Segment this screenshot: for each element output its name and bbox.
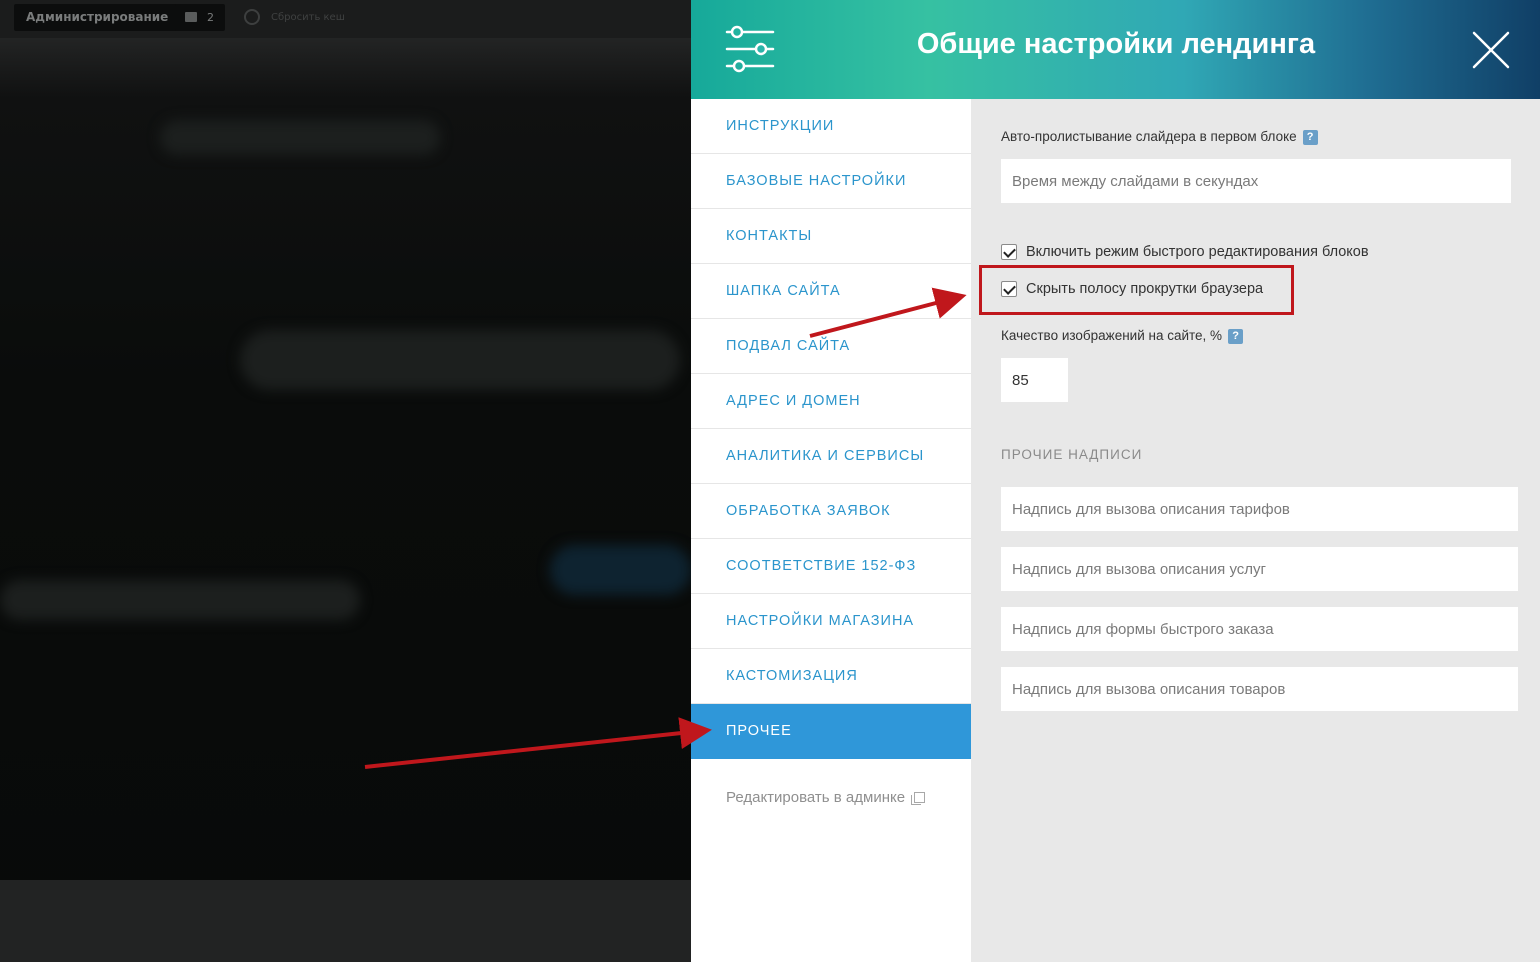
background-header-strip bbox=[0, 38, 691, 98]
comment-icon bbox=[185, 12, 197, 22]
image-quality-input[interactable] bbox=[1001, 358, 1068, 402]
services-label-input[interactable] bbox=[1001, 547, 1518, 591]
background-blur-shape bbox=[550, 545, 691, 595]
clear-cache-link[interactable]: Сбросить кеш bbox=[271, 12, 345, 23]
admin-toolbar: Администрирование 2 Сбросить кеш bbox=[0, 0, 691, 38]
panel-header: Общие настройки лендинга bbox=[691, 0, 1540, 99]
sliders-icon bbox=[725, 25, 775, 73]
sidebar-item-site-header[interactable]: ШАПКА САЙТА bbox=[691, 264, 971, 319]
settings-sidebar: ИНСТРУКЦИИ БАЗОВЫЕ НАСТРОЙКИ КОНТАКТЫ ША… bbox=[691, 99, 971, 962]
settings-content: Авто-пролистывание слайдера в первом бло… bbox=[971, 99, 1540, 962]
edit-in-admin-label: Редактировать в админке bbox=[726, 789, 906, 806]
help-icon[interactable]: ? bbox=[1228, 329, 1244, 344]
sidebar-item-other[interactable]: ПРОЧЕЕ bbox=[691, 704, 971, 759]
sidebar-item-shop-settings[interactable]: НАСТРОЙКИ МАГАЗИНА bbox=[691, 594, 971, 649]
sidebar-item-address-domain[interactable]: АДРЕС И ДОМЕН bbox=[691, 374, 971, 429]
settings-panel: Общие настройки лендинга ИНСТРУКЦИИ БАЗО… bbox=[691, 0, 1540, 962]
background-blur-shape bbox=[160, 120, 440, 155]
close-icon[interactable] bbox=[1471, 30, 1511, 70]
hide-scrollbar-checkbox[interactable] bbox=[1001, 281, 1017, 297]
other-labels-section-title: ПРОЧИЕ НАДПИСИ bbox=[1001, 447, 1143, 462]
sidebar-item-instructions[interactable]: ИНСТРУКЦИИ bbox=[691, 99, 971, 154]
slider-autoplay-label-text: Авто-пролистывание слайдера в первом бло… bbox=[1001, 129, 1297, 144]
background-blur-shape bbox=[0, 580, 360, 620]
quick-edit-checkbox-row[interactable]: Включить режим быстрого редактирования б… bbox=[1001, 242, 1369, 262]
quick-edit-checkbox[interactable] bbox=[1001, 244, 1017, 260]
background-blur-shape bbox=[240, 330, 680, 390]
sidebar-item-site-footer[interactable]: ПОДВАЛ САЙТА bbox=[691, 319, 971, 374]
slider-autoplay-label: Авто-пролистывание слайдера в первом бло… bbox=[1001, 129, 1318, 145]
products-label-input[interactable] bbox=[1001, 667, 1518, 711]
sidebar-item-customization[interactable]: КАСТОМИЗАЦИЯ bbox=[691, 649, 971, 704]
quick-edit-checkbox-label: Включить режим быстрого редактирования б… bbox=[1026, 244, 1369, 260]
external-link-icon bbox=[911, 792, 926, 806]
panel-title: Общие настройки лендинга bbox=[916, 28, 1316, 60]
image-quality-label: Качество изображений на сайте, %? bbox=[1001, 328, 1244, 344]
admin-button[interactable]: Администрирование bbox=[14, 4, 181, 31]
background-footer-strip bbox=[0, 880, 691, 962]
quick-order-label-input[interactable] bbox=[1001, 607, 1518, 651]
comments-count: 2 bbox=[207, 11, 214, 24]
refresh-icon[interactable] bbox=[244, 9, 260, 25]
hide-scrollbar-checkbox-label: Скрыть полосу прокрутки браузера bbox=[1026, 281, 1264, 297]
sidebar-item-analytics[interactable]: АНАЛИТИКА И СЕРВИСЫ bbox=[691, 429, 971, 484]
sidebar-item-basic-settings[interactable]: БАЗОВЫЕ НАСТРОЙКИ bbox=[691, 154, 971, 209]
sidebar-item-request-processing[interactable]: ОБРАБОТКА ЗАЯВОК bbox=[691, 484, 971, 539]
slider-interval-input[interactable] bbox=[1001, 159, 1511, 203]
sidebar-item-152-fz[interactable]: СООТВЕТСТВИЕ 152-ФЗ bbox=[691, 539, 971, 594]
comments-button[interactable]: 2 bbox=[175, 4, 225, 31]
image-quality-label-text: Качество изображений на сайте, % bbox=[1001, 328, 1223, 343]
tariffs-label-input[interactable] bbox=[1001, 487, 1518, 531]
edit-in-admin-link[interactable]: Редактировать в админке bbox=[726, 789, 926, 806]
help-icon[interactable]: ? bbox=[1302, 130, 1318, 145]
background-page-overlay: Администрирование 2 Сбросить кеш bbox=[0, 0, 691, 962]
sidebar-item-contacts[interactable]: КОНТАКТЫ bbox=[691, 209, 971, 264]
hide-scrollbar-checkbox-row[interactable]: Скрыть полосу прокрутки браузера bbox=[1001, 279, 1263, 299]
